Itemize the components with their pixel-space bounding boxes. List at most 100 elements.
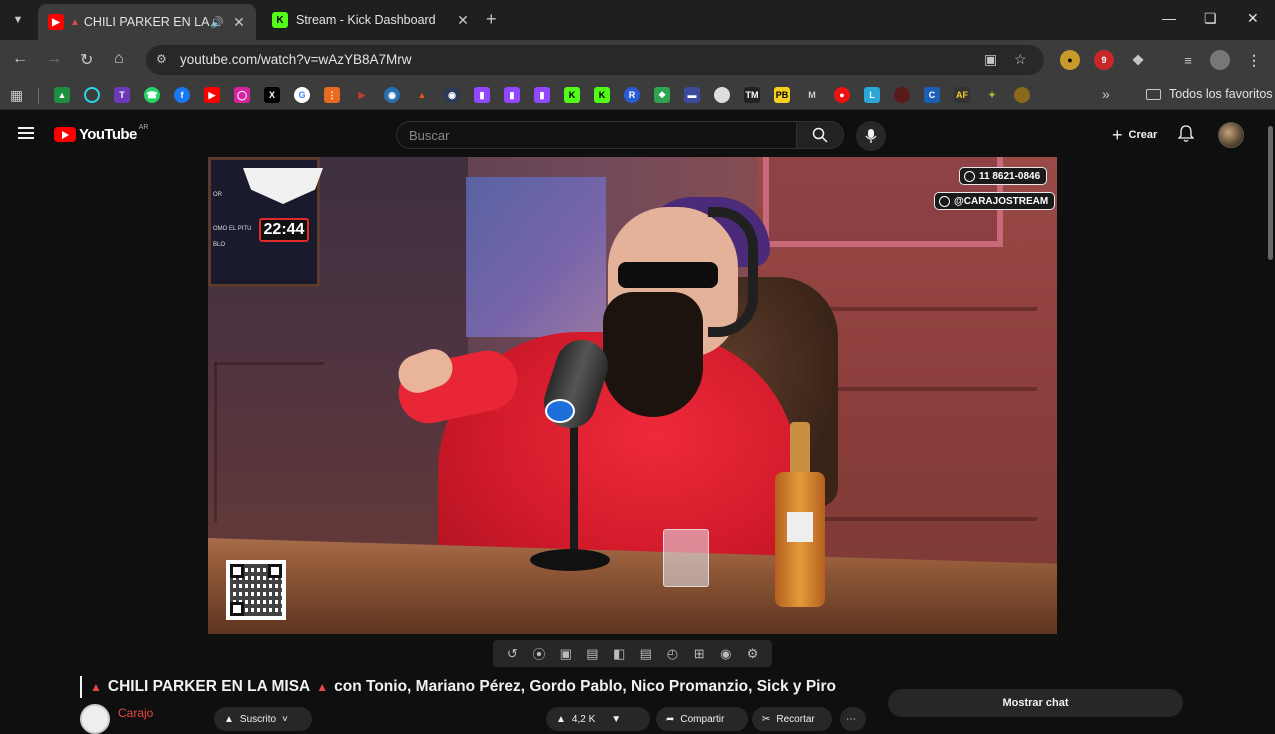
extension-icon[interactable]: ●: [1060, 50, 1080, 70]
x-bookmark-icon[interactable]: X: [264, 87, 280, 103]
twitch-bookmark-icon[interactable]: ▮: [504, 87, 520, 103]
media-control-icon[interactable]: ≡: [1178, 50, 1198, 70]
youtube-icon: ▶: [48, 14, 64, 30]
af-bookmark-icon[interactable]: AF: [954, 87, 970, 103]
tab-search-button[interactable]: ▼: [6, 8, 30, 32]
new-tab-icon[interactable]: +: [486, 9, 497, 30]
cinema-mode-icon[interactable]: ▤: [583, 646, 601, 661]
url-text[interactable]: youtube.com/watch?v=wAzYB8A7Mrw: [180, 52, 411, 67]
facebook-bookmark-icon[interactable]: f: [174, 87, 190, 103]
add-frame-icon[interactable]: ⊞: [690, 646, 708, 661]
tm-bookmark-icon[interactable]: TM: [744, 87, 760, 103]
card-bookmark-icon[interactable]: ▬: [684, 87, 700, 103]
divider: [38, 88, 39, 104]
close-window-icon[interactable]: ✕: [1247, 10, 1259, 27]
reload-icon[interactable]: ↻: [80, 50, 93, 70]
apps-grid-icon[interactable]: ▦: [10, 87, 23, 104]
more-actions-button[interactable]: ⋯: [840, 707, 866, 731]
channel-avatar[interactable]: [80, 704, 110, 734]
siren-icon: ▲: [90, 680, 102, 694]
eye-bookmark-icon[interactable]: ◉: [384, 87, 400, 103]
youtube-logo[interactable]: YouTube AR: [54, 124, 148, 143]
drive-bookmark-icon[interactable]: ▲: [54, 87, 70, 103]
circle-bookmark-icon[interactable]: [84, 87, 100, 103]
bookmark-star-icon[interactable]: ☆: [1014, 51, 1027, 68]
loop-icon[interactable]: ↺: [503, 646, 521, 661]
extension-badge-icon[interactable]: 9: [1094, 50, 1114, 70]
extensions-puzzle-icon[interactable]: ❖: [1128, 50, 1148, 70]
profile-avatar[interactable]: [1210, 50, 1230, 70]
menu-kebab-icon[interactable]: ⋮: [1244, 50, 1264, 70]
mic-base: [530, 549, 610, 571]
voice-search-button[interactable]: [856, 121, 886, 151]
all-bookmarks-folder[interactable]: Todos los favoritos: [1146, 87, 1273, 101]
show-chat-button[interactable]: Mostrar chat: [888, 689, 1183, 717]
instagram-bookmark-icon[interactable]: ◯: [234, 87, 250, 103]
mask-bookmark-icon[interactable]: [894, 87, 910, 103]
picture-in-picture-icon[interactable]: ◧: [610, 646, 628, 661]
create-button[interactable]: + Crear: [1102, 122, 1167, 148]
r-bookmark-icon[interactable]: R: [624, 87, 640, 103]
close-tab-icon[interactable]: ✕: [454, 12, 472, 29]
puzzle-bookmark-icon[interactable]: ❖: [654, 87, 670, 103]
forward-icon[interactable]: →: [46, 50, 62, 68]
minimize-icon[interactable]: —: [1162, 10, 1176, 26]
address-bar[interactable]: ⚙ youtube.com/watch?v=wAzYB8A7Mrw ▣ ☆: [146, 45, 1044, 75]
notifications-bell-icon[interactable]: [1177, 125, 1195, 148]
tab-kick-dashboard[interactable]: K Stream - Kick Dashboard ✕: [262, 6, 480, 34]
search-input[interactable]: Buscar: [396, 121, 797, 149]
flame-bookmark-icon[interactable]: ▲: [414, 87, 430, 103]
screenshot-icon[interactable]: ▣: [557, 646, 575, 661]
clip-button[interactable]: ✂ Recortar: [752, 707, 832, 731]
site-info-icon[interactable]: ⚙: [156, 52, 167, 66]
speaker-icon[interactable]: 🔊: [210, 16, 224, 29]
menu-hamburger-icon[interactable]: [18, 127, 34, 139]
bookmarks-overflow-icon[interactable]: »: [1102, 86, 1110, 102]
theater-icon[interactable]: ▤: [637, 646, 655, 661]
subscribe-label: Suscrito: [239, 713, 277, 725]
close-tab-icon[interactable]: ✕: [230, 14, 248, 31]
record-bookmark-icon[interactable]: ●: [834, 87, 850, 103]
video-title-main: CHILI PARKER EN LA MISA: [107, 678, 311, 695]
twitch-bookmark-icon[interactable]: ▮: [534, 87, 550, 103]
kick-bookmark-icon[interactable]: K: [594, 87, 610, 103]
share-button[interactable]: ➦ Compartir: [656, 707, 748, 731]
back-icon[interactable]: ←: [12, 50, 28, 68]
subscribe-button[interactable]: ▲ Suscrito ˅: [214, 707, 312, 731]
star-bookmark-icon[interactable]: ✦: [984, 87, 1000, 103]
microphone-icon: [865, 129, 877, 143]
twitch-bookmark-icon[interactable]: ▮: [474, 87, 490, 103]
avatar-bookmark-icon[interactable]: [714, 87, 730, 103]
home-icon[interactable]: ⌂: [114, 50, 124, 68]
tab-youtube[interactable]: ▶ ▲ CHILI PARKER EN LA MISA 🔊 ✕: [38, 4, 256, 40]
discord-bookmark-icon[interactable]: ◉: [444, 87, 460, 103]
kick-bookmark-icon[interactable]: K: [564, 87, 580, 103]
l-bookmark-icon[interactable]: L: [864, 87, 880, 103]
play-red-bookmark-icon[interactable]: ▶: [354, 87, 370, 103]
account-avatar[interactable]: [1218, 122, 1244, 148]
restore-icon[interactable]: ❏: [1204, 10, 1217, 27]
m-bookmark-icon[interactable]: M: [804, 87, 820, 103]
broadcast-icon[interactable]: ⦿: [530, 647, 548, 662]
crown-bookmark-icon[interactable]: [1014, 87, 1030, 103]
settings-gear-icon[interactable]: ⚙: [744, 646, 762, 661]
pb-bookmark-icon[interactable]: PB: [774, 87, 790, 103]
speed-icon[interactable]: ◴: [663, 646, 681, 661]
search-button[interactable]: [796, 121, 844, 149]
camera-icon[interactable]: ◉: [717, 646, 735, 661]
c-bookmark-icon[interactable]: C: [924, 87, 940, 103]
whatsapp-bookmark-icon[interactable]: ☎: [144, 87, 160, 103]
video-player[interactable]: OR OMO EL PITU BLO 22:44 11 8621-0846 @C…: [208, 157, 1057, 634]
player-extension-toolbar: ↺ ⦿ ▣ ▤ ◧ ▤ ◴ ⊞ ◉ ⚙: [493, 640, 772, 667]
audio-bookmark-icon[interactable]: ⋮: [324, 87, 340, 103]
like-dislike-button[interactable]: ▲ 4,2 K ▼: [546, 707, 650, 731]
scrollbar-thumb[interactable]: [1268, 126, 1273, 260]
kick-icon: [939, 195, 950, 207]
bookmarks-bar: ▦ ▲ T ☎ f ▶ ◯ X G ⋮ ▶ ◉ ▲ ◉ ▮ ▮ ▮ K K R …: [0, 80, 1275, 110]
t-bookmark-icon[interactable]: T: [114, 87, 130, 103]
plus-icon: +: [1112, 124, 1123, 145]
google-bookmark-icon[interactable]: G: [294, 87, 310, 103]
channel-name[interactable]: Carajo: [118, 706, 153, 720]
open-in-app-icon[interactable]: ▣: [984, 51, 997, 68]
youtube-bookmark-icon[interactable]: ▶: [204, 87, 220, 103]
